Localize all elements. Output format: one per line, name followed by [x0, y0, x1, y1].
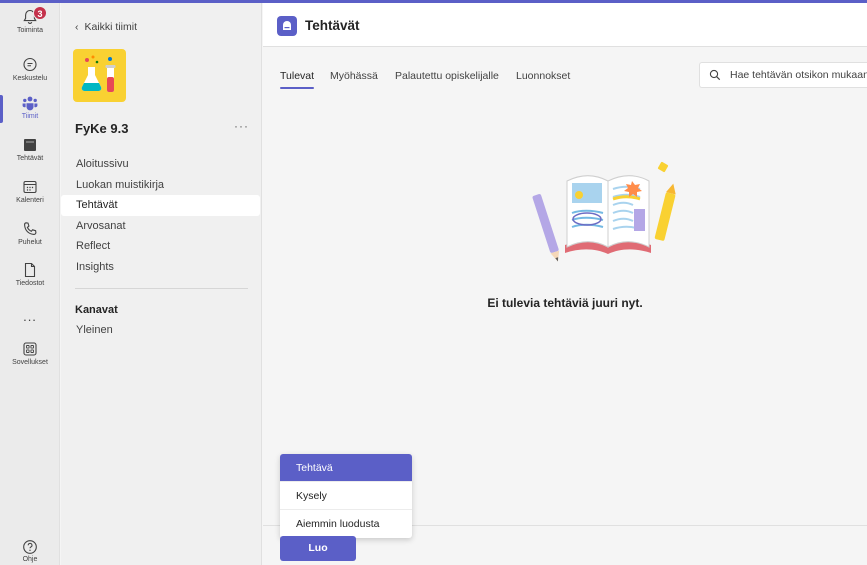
rail-item-files[interactable]: Tiedostot — [0, 258, 60, 300]
empty-state-message: Ei tulevia tehtäviä juuri nyt. — [487, 296, 643, 310]
empty-state-book-illustration — [532, 161, 676, 262]
team-nav-notebook[interactable]: Luokan muistikirja — [61, 175, 260, 196]
team-nav-reflect[interactable]: Reflect — [61, 236, 260, 257]
tab-returned[interactable]: Palautettu opiskelijalle — [395, 70, 499, 82]
chat-icon — [23, 57, 37, 72]
rail-item-teams[interactable]: Tiimit — [0, 91, 60, 133]
chevron-left-icon: ‹ — [75, 21, 79, 33]
team-name: FyKe 9.3 — [75, 121, 129, 136]
calendar-icon — [23, 180, 37, 194]
help-icon — [23, 540, 37, 554]
menu-item-assignment[interactable]: Tehtävä — [280, 454, 412, 482]
team-nav-assignments[interactable]: Tehtävät — [61, 195, 260, 216]
tab-past-due[interactable]: Myöhässä — [330, 70, 378, 82]
rail-item-activity[interactable]: 3 Toiminta — [0, 5, 60, 47]
create-menu: Tehtävä Kysely Aiemmin luodusta — [280, 454, 412, 538]
rail-label: Tiimit — [21, 113, 39, 120]
divider — [75, 288, 248, 289]
search-icon — [709, 69, 721, 81]
teams-icon — [22, 96, 38, 111]
rail-item-apps[interactable]: Sovellukset — [0, 337, 60, 379]
team-nav-insights[interactable]: Insights — [61, 257, 260, 278]
team-nav-grades[interactable]: Arvosanat — [61, 216, 260, 237]
rail-label: Tiedostot — [15, 280, 45, 287]
channels-heading: Kanavat — [75, 304, 118, 316]
team-nav-home[interactable]: Aloitussivu — [61, 154, 260, 175]
rail-label: Keskustelu — [12, 75, 48, 82]
rail-item-calendar[interactable]: Kalenteri — [0, 175, 60, 217]
more-icon: ... — [23, 309, 37, 324]
team-logo — [73, 49, 126, 102]
rail-item-chat[interactable]: Keskustelu — [0, 53, 60, 95]
tab-upcoming[interactable]: Tulevat — [280, 70, 315, 89]
rail-label: Toiminta — [16, 27, 44, 34]
science-flask-icon — [81, 55, 116, 92]
create-button[interactable]: Luo — [280, 536, 356, 561]
back-label: Kaikki tiimit — [84, 21, 138, 33]
file-icon — [24, 262, 36, 278]
rail-item-help[interactable]: Ohje — [0, 535, 60, 565]
tab-bar: Tulevat Myöhässä Palautettu opiskelijall… — [263, 47, 867, 99]
search-input[interactable]: Hae tehtävän otsikon mukaan — [699, 62, 867, 88]
notification-badge: 3 — [33, 6, 47, 20]
apps-icon — [23, 342, 37, 356]
rail-label: Tehtävät — [16, 155, 44, 162]
channel-general[interactable]: Yleinen — [61, 320, 260, 341]
menu-item-quiz[interactable]: Kysely — [280, 482, 412, 510]
team-more-options-button[interactable]: ··· — [234, 119, 249, 133]
page-title: Tehtävät — [305, 18, 360, 33]
rail-label: Kalenteri — [16, 197, 44, 204]
search-placeholder: Hae tehtävän otsikon mukaan — [730, 69, 867, 81]
rail-label: Sovellukset — [12, 359, 48, 366]
rail-item-calls[interactable]: Puhelut — [0, 217, 60, 259]
app-header: Tehtävät — [263, 3, 867, 47]
back-to-all-teams-link[interactable]: ‹ Kaikki tiimit — [75, 21, 137, 33]
assignments-icon — [24, 139, 36, 151]
rail-label: Ohje — [22, 556, 38, 563]
assignments-main: Tehtävät Tulevat Myöhässä Palautettu opi… — [263, 3, 867, 565]
rail-item-assignments[interactable]: Tehtävät — [0, 133, 60, 175]
phone-icon — [24, 222, 37, 235]
tab-drafts[interactable]: Luonnokset — [516, 70, 570, 82]
rail-label: Puhelut — [18, 239, 42, 246]
app-rail: 3 Toiminta Keskustelu Tiimit Tehtävät Ka… — [0, 3, 60, 565]
team-pane: ‹ Kaikki tiimit FyKe 9.3 ··· Aloitussivu … — [61, 3, 262, 565]
menu-item-from-existing[interactable]: Aiemmin luodusta — [280, 510, 412, 538]
assignments-app-icon — [277, 16, 297, 36]
